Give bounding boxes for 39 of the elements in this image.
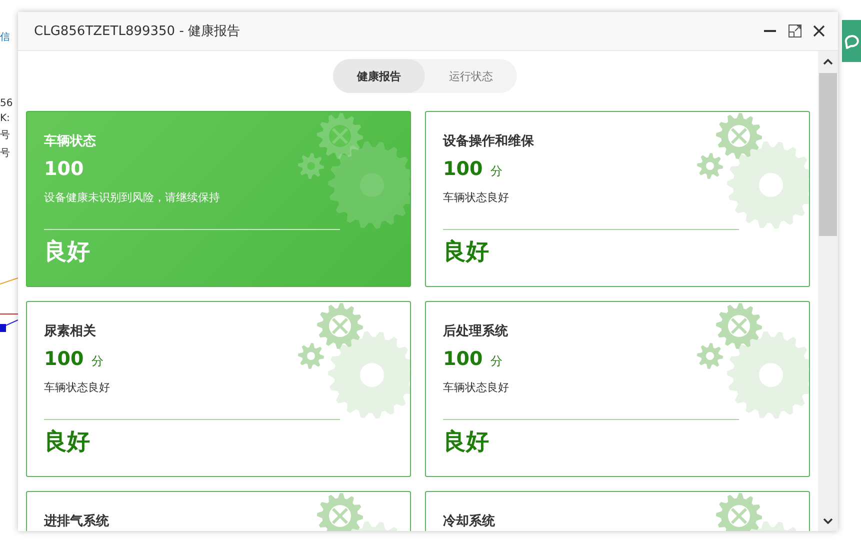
chat-icon [844,33,860,49]
scrollbar[interactable] [818,51,838,531]
card-description: 车辆状态良好 [44,380,111,395]
card-title: 设备操作和维保 [443,132,535,150]
background-text: 号 [0,129,11,142]
maximize-icon [788,24,802,38]
card-title: 后处理系统 [443,322,509,340]
score-unit: 分 [490,163,503,180]
card-title: 进排气系统 [44,512,110,530]
close-button[interactable] [812,24,826,38]
health-grade: 良好 [44,238,91,267]
background-text: 56 [0,98,14,109]
card-description: 设备健康未识别到风险，请继续保持 [44,190,221,205]
score-value: 100 [44,158,84,180]
chevron-up-icon [823,58,833,64]
score-unit: 分 [92,353,104,370]
card-title: 尿素相关 [44,322,97,340]
score-value: 100 [44,348,84,370]
minimize-icon [764,30,776,32]
background-text: K: [0,113,11,124]
close-icon [812,24,826,38]
card-title: 冷却系统 [443,512,496,530]
health-grade: 良好 [443,428,490,457]
card-description: 车辆状态良好 [443,190,510,205]
window-title: CLG856TZETL899350 - 健康报告 [34,23,242,40]
health-grade: 良好 [44,428,91,457]
health-grade: 良好 [443,238,490,267]
score-value: 100 [443,158,483,180]
tab[interactable]: 健康报告 [333,59,425,93]
scrollbar-thumb[interactable] [819,73,837,236]
card-title: 车辆状态 [44,132,97,150]
maximize-button[interactable] [788,24,802,38]
background-text: 号 [0,147,11,160]
score-unit: 分 [490,353,503,370]
card-description: 车辆状态良好 [443,380,510,395]
background-text: 信 [0,31,11,44]
tab[interactable]: 运行状态 [425,59,517,93]
chevron-down-icon [823,518,833,524]
score-value: 100 [443,348,483,370]
